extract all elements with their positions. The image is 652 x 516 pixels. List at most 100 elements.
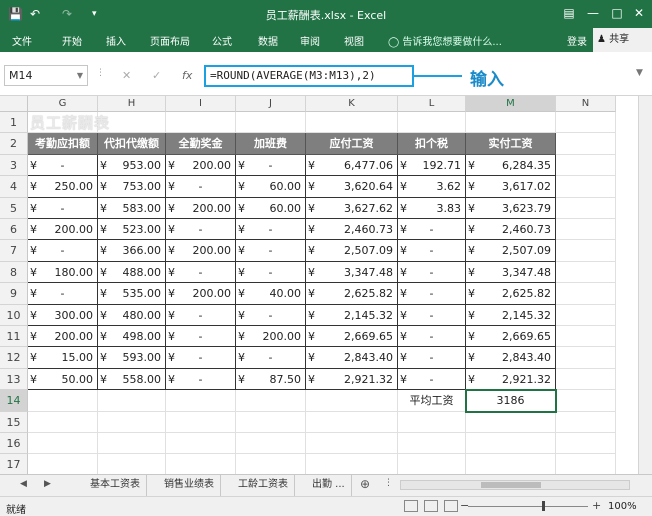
table-header-cell[interactable]: 考勤应扣额 [28,133,98,155]
table-cell[interactable]: ¥50.00 [28,368,98,391]
column-header[interactable]: J [236,96,306,112]
row-header[interactable]: 10 [0,304,28,326]
zoom-slider-knob[interactable] [542,501,545,511]
table-cell[interactable]: ¥ - [28,240,98,262]
column-header[interactable]: M [466,96,556,112]
row-header[interactable]: 6 [0,219,28,241]
table-cell[interactable]: ¥300.00 [28,304,98,326]
table-cell[interactable]: ¥ - [398,326,466,348]
table-cell[interactable]: ¥3,347.48 [466,261,556,284]
grid-cell[interactable] [398,454,466,476]
table-header-cell[interactable]: 应付工资 [306,133,398,155]
grid-cell[interactable] [556,133,616,155]
table-cell[interactable]: ¥2,625.82 [306,283,398,305]
grid-cell[interactable] [556,283,616,305]
sign-in-link[interactable]: 登录 [567,33,587,48]
table-header-cell[interactable]: 实付工资 [466,133,556,155]
table-cell[interactable]: ¥60.00 [236,176,306,198]
table-cell[interactable]: ¥3.62 [398,176,466,198]
table-cell[interactable]: ¥ - [398,283,466,305]
page-break-view-icon[interactable] [444,500,458,512]
table-cell[interactable]: ¥60.00 [236,197,306,219]
table-cell[interactable]: ¥ - [166,219,236,241]
grid-cell[interactable] [556,433,616,455]
normal-view-icon[interactable] [404,500,418,512]
add-sheet-icon[interactable]: ⊕ [360,477,370,491]
table-cell[interactable]: ¥ - [398,261,466,284]
tab-formulas[interactable]: 公式 [212,33,232,48]
table-cell[interactable]: ¥ - [398,347,466,369]
table-cell[interactable]: ¥558.00 [98,368,166,391]
sheet-next-icon[interactable]: ▶ [44,479,51,489]
enter-icon[interactable]: ✓ [152,69,161,82]
table-cell[interactable]: ¥3,627.62 [306,197,398,219]
grid-cell[interactable] [556,326,616,348]
tab-file[interactable]: 文件 [12,33,32,48]
table-cell[interactable]: ¥ - [236,261,306,284]
table-cell[interactable]: ¥2,921.32 [306,368,398,391]
table-cell[interactable]: ¥480.00 [98,304,166,326]
table-cell[interactable]: ¥ - [236,347,306,369]
table-cell[interactable]: ¥2,843.40 [466,347,556,369]
average-label-cell[interactable]: 平均工资 [398,390,466,412]
grid-cell[interactable] [98,411,166,433]
table-cell[interactable]: ¥200.00 [166,240,236,262]
grid-cell[interactable] [236,411,306,433]
table-cell[interactable]: ¥ - [166,261,236,284]
row-header[interactable]: 11 [0,326,28,348]
grid-cell[interactable] [556,347,616,369]
table-cell[interactable]: ¥200.00 [166,283,236,305]
grid-cell[interactable] [306,112,398,134]
grid-cell[interactable] [98,454,166,476]
table-cell[interactable]: ¥200.00 [28,326,98,348]
table-cell[interactable]: ¥953.00 [98,154,166,177]
column-header[interactable]: H [98,96,166,112]
table-cell[interactable]: ¥ - [398,240,466,262]
scrollbar-thumb[interactable] [481,482,541,488]
table-cell[interactable]: ¥ - [236,304,306,326]
table-cell[interactable]: ¥87.50 [236,368,306,391]
table-cell[interactable]: ¥ - [166,176,236,198]
worksheet-grid[interactable]: GHIJKLMN123456789101112131415161718员工薪酬表… [0,96,652,498]
table-cell[interactable]: ¥488.00 [98,261,166,284]
tab-review[interactable]: 审阅 [300,33,320,48]
table-cell[interactable]: ¥ - [398,368,466,391]
grid-cell[interactable] [556,197,616,219]
table-cell[interactable]: ¥2,460.73 [306,219,398,241]
table-cell[interactable]: ¥200.00 [28,219,98,241]
row-header[interactable]: 15 [0,411,28,433]
table-header-cell[interactable]: 扣个税 [398,133,466,155]
table-cell[interactable]: ¥192.71 [398,154,466,177]
sheet-tab-seniority[interactable]: 工龄工资表 [232,475,295,496]
table-cell[interactable]: ¥6,477.06 [306,154,398,177]
row-header[interactable]: 12 [0,347,28,369]
table-cell[interactable]: ¥2,145.32 [466,304,556,326]
name-box[interactable]: M14 ▼ [4,65,88,86]
row-header[interactable]: 17 [0,454,28,476]
row-header[interactable]: 4 [0,176,28,198]
row-header[interactable]: 1 [0,112,28,134]
grid-cell[interactable] [398,112,466,134]
table-cell[interactable]: ¥3,617.02 [466,176,556,198]
zoom-slider[interactable] [468,506,588,507]
grid-cell[interactable] [306,390,398,412]
row-header[interactable]: 5 [0,197,28,219]
table-cell[interactable]: ¥2,460.73 [466,219,556,241]
table-cell[interactable]: ¥366.00 [98,240,166,262]
sheet-split-icon[interactable]: ⋮ [384,478,393,488]
table-cell[interactable]: ¥200.00 [166,197,236,219]
page-layout-view-icon[interactable] [424,500,438,512]
table-header-cell[interactable]: 全勤奖金 [166,133,236,155]
table-cell[interactable]: ¥583.00 [98,197,166,219]
grid-cell[interactable] [556,240,616,262]
row-header[interactable]: 3 [0,154,28,177]
share-button[interactable]: ♟ 共享 [593,28,652,52]
table-cell[interactable]: ¥2,507.09 [306,240,398,262]
table-cell[interactable]: ¥40.00 [236,283,306,305]
row-header[interactable]: 8 [0,261,28,284]
column-header[interactable]: L [398,96,466,112]
horizontal-scrollbar[interactable] [400,480,630,490]
minimize-button[interactable]: — [584,4,602,22]
grid-cell[interactable] [236,390,306,412]
table-cell[interactable]: ¥3,620.64 [306,176,398,198]
